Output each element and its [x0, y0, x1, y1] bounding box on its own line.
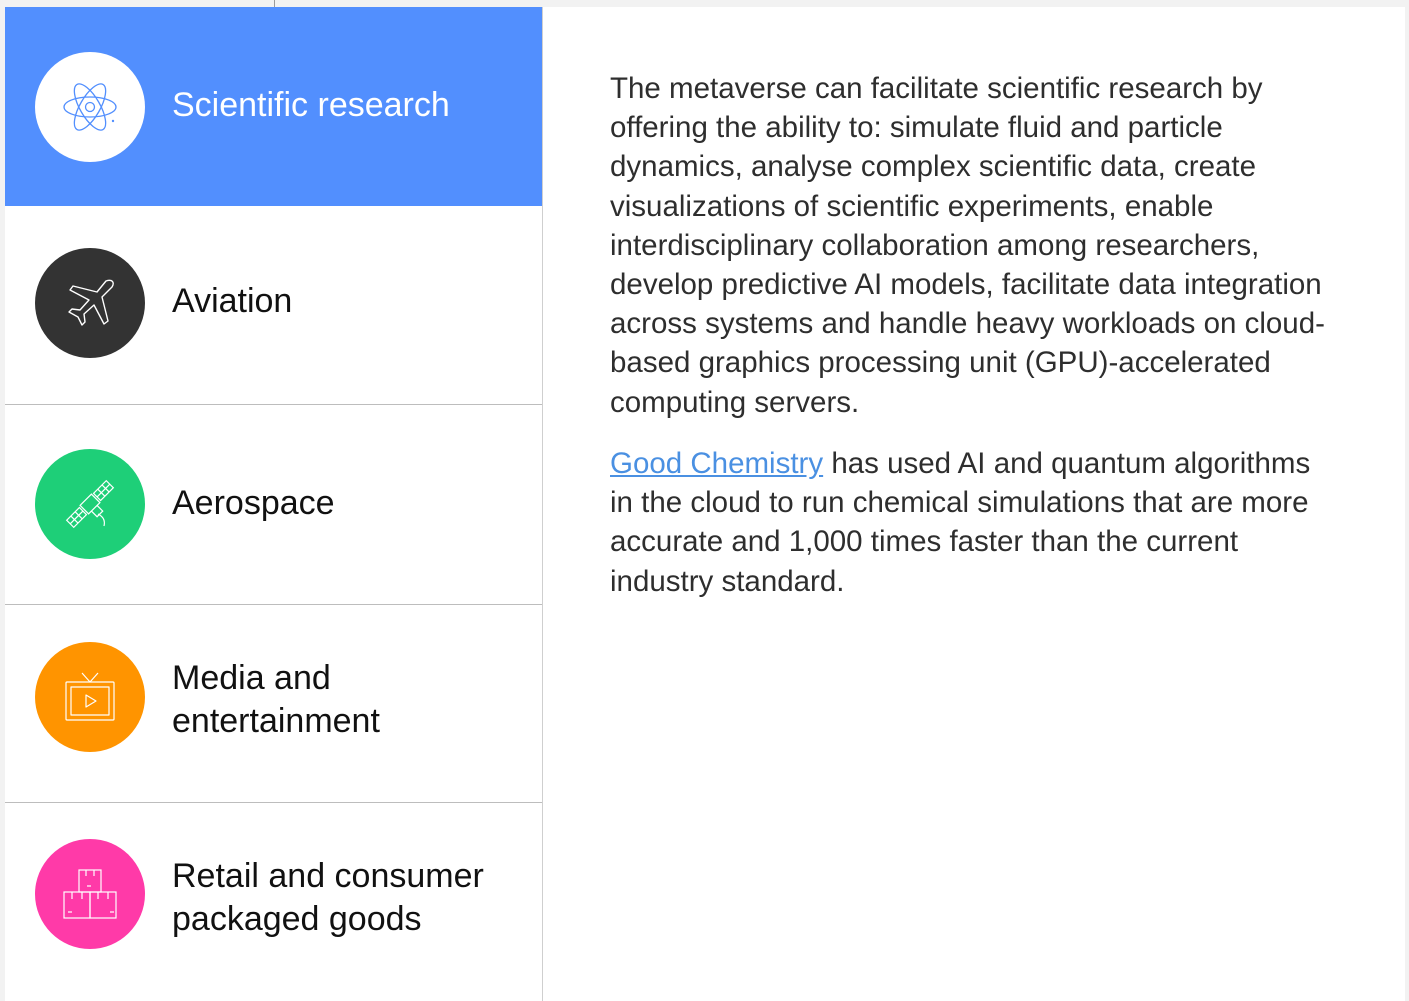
content-paragraph: Good Chemistry has used AI and quantum a… [610, 444, 1330, 601]
tab-scientific-research[interactable]: Scientific research [5, 7, 542, 206]
tab-media-and-entertainment[interactable]: Media and entertainment [5, 605, 542, 803]
tab-aviation[interactable]: Aviation [5, 206, 542, 405]
good-chemistry-link[interactable]: Good Chemistry [610, 447, 823, 480]
tab-content-panel: The metaverse can facilitate scientific … [543, 7, 1405, 1001]
top-strip [0, 0, 1409, 7]
industry-tab-list: Scientific research Aviation Aerospace M… [5, 7, 543, 1001]
boxes-icon [63, 869, 117, 919]
satellite-icon [65, 479, 115, 529]
tab-label: Aviation [172, 282, 293, 320]
top-divider [274, 0, 275, 7]
tab-retail-and-consumer-packaged-goods[interactable]: Retail and consumer packaged goods [5, 803, 542, 1001]
tv-icon [65, 672, 115, 721]
tab-label: Retail and consumer packaged goods [172, 857, 484, 938]
boxes-icon-circle [35, 839, 145, 949]
tab-label: Aerospace [172, 484, 335, 522]
airplane-icon-circle [35, 248, 145, 358]
tab-aerospace[interactable]: Aerospace [5, 405, 542, 605]
airplane-icon [68, 279, 114, 326]
content-paragraph: The metaverse can facilitate scientific … [610, 72, 1325, 419]
atom-icon [63, 83, 117, 131]
tab-label: Media and entertainment [172, 659, 380, 740]
tab-label: Scientific research [172, 86, 450, 124]
tv-icon-circle [35, 642, 145, 752]
satellite-icon-circle [35, 449, 145, 559]
atom-icon-circle [35, 52, 145, 162]
